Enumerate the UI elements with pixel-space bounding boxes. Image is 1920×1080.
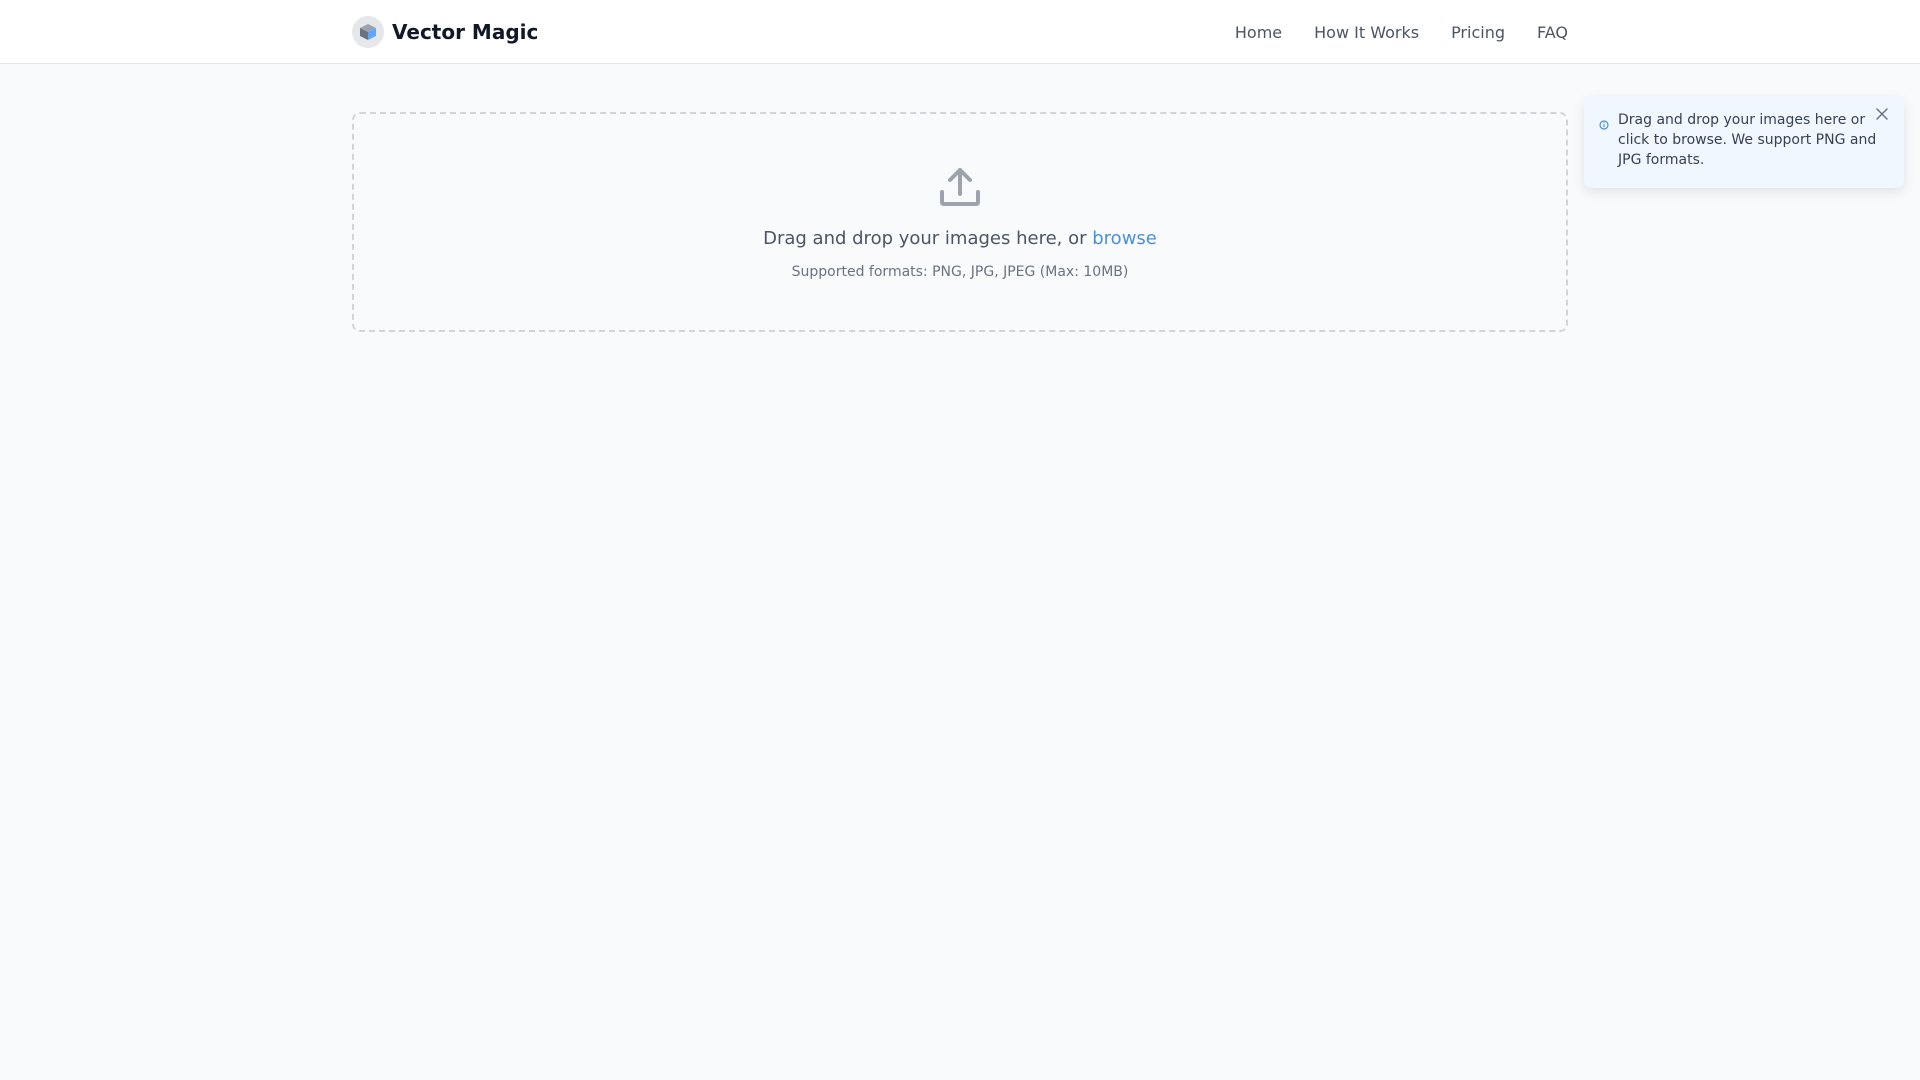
top-header: Vector Magic Home How It Works Pricing F… <box>0 0 1920 64</box>
main-nav: Home How It Works Pricing FAQ <box>1235 0 1568 64</box>
nav-home[interactable]: Home <box>1235 23 1282 42</box>
cube-logo-icon <box>352 16 384 48</box>
upload-icon <box>940 168 980 206</box>
dropzone-instruction: Drag and drop your images here, or <box>763 228 1087 249</box>
nav-how-it-works[interactable]: How It Works <box>1314 23 1419 42</box>
supported-formats: Supported formats: PNG, JPG, JPEG (Max: … <box>791 264 1129 280</box>
nav-faq[interactable]: FAQ <box>1537 23 1568 42</box>
info-icon <box>1599 120 1609 130</box>
close-icon[interactable] <box>1874 106 1890 122</box>
browse-link[interactable]: browse <box>1092 228 1157 249</box>
brand[interactable]: Vector Magic <box>352 0 538 64</box>
toast-message: Drag and drop your images here or click … <box>1618 112 1877 168</box>
brand-name: Vector Magic <box>392 20 539 44</box>
info-toast: Drag and drop your images here or click … <box>1584 96 1904 188</box>
dropzone-text: Drag and drop your images here, or brows… <box>354 228 1566 249</box>
upload-dropzone[interactable]: Drag and drop your images here, or brows… <box>352 112 1568 332</box>
nav-pricing[interactable]: Pricing <box>1451 23 1505 42</box>
